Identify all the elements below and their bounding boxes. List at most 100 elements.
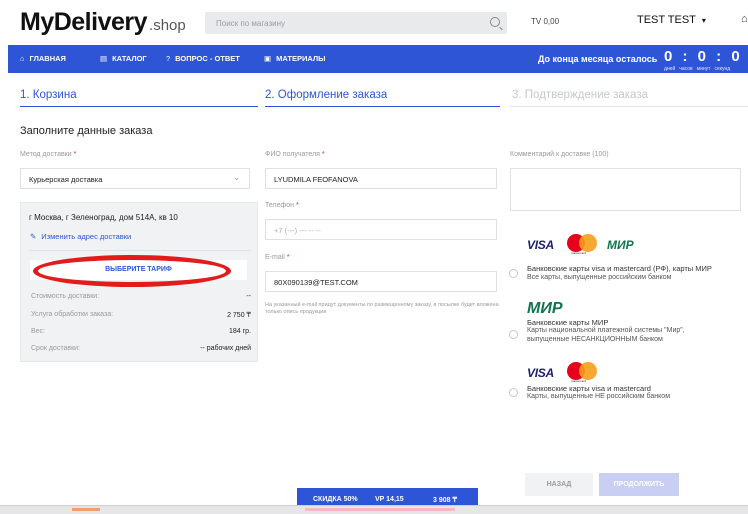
- required-mark: *: [73, 151, 77, 158]
- countdown-unit: минут: [696, 66, 711, 72]
- radio-button[interactable]: [509, 269, 518, 278]
- row-label: Вес:: [31, 328, 46, 335]
- recipient-label: ФИО получателя *: [265, 151, 325, 158]
- logo-suffix: .shop: [149, 17, 186, 34]
- taskbar-item: [305, 508, 455, 511]
- step-confirm: 3. Подтверждение заказа: [512, 89, 648, 101]
- countdown-unit: часов: [679, 66, 693, 72]
- select-value: Курьерская доставка: [29, 175, 103, 184]
- home-icon: ⌂: [20, 54, 25, 63]
- discount-text: СКИДКА 50%: [313, 496, 358, 503]
- comment-textarea[interactable]: [510, 168, 741, 211]
- mir-logo: МИР: [607, 238, 634, 252]
- email-note: На указанный e-mail придут документы по …: [265, 302, 499, 315]
- payment-title: Банковские карты visa и mastercard (РФ),…: [527, 264, 712, 273]
- cart-icon[interactable]: ⌂: [741, 13, 748, 25]
- logo-main: MyDelivery: [20, 8, 148, 36]
- nav-item-catalog[interactable]: ▤ КАТАЛОГ: [100, 54, 147, 63]
- user-name: TEST TEST: [637, 14, 696, 26]
- mastercard-logo: mastercard: [567, 362, 597, 383]
- mastercard-logo: mastercard: [567, 234, 597, 255]
- chevron-down-icon: ▾: [701, 16, 706, 25]
- nav-item-home[interactable]: ⌂ ГЛАВНАЯ: [20, 54, 66, 63]
- step-checkout: 2. Оформление заказа: [265, 89, 388, 101]
- catalog-icon: ▤: [100, 54, 108, 63]
- question-icon: ?: [166, 54, 171, 63]
- user-menu[interactable]: TEST TEST ▾: [637, 14, 706, 26]
- countdown-label: До конца месяца осталось: [538, 54, 658, 64]
- email-field[interactable]: 80X090139@TEST.COM: [265, 271, 497, 292]
- chevron-down-icon: ⌄: [233, 173, 240, 182]
- row-value: 184 гр.: [228, 328, 251, 335]
- balance: TV 0,00: [531, 17, 560, 26]
- label-text: Метод доставки: [20, 151, 72, 158]
- label-text: ФИО получателя: [265, 151, 320, 158]
- nav-label: ГЛАВНАЯ: [29, 54, 66, 63]
- nav-label: ВОПРОС - ОТВЕТ: [175, 54, 240, 63]
- phone-field[interactable]: +7 (---) --- -- --: [265, 219, 497, 240]
- payment-subtitle: Все карты, выпущенные российским банком: [527, 274, 672, 281]
- countdown-digits: 0 : 0 : 0 : 0: [664, 48, 748, 65]
- top-header: MyDelivery.shop TV 0,00 TEST TEST ▾ ⌂: [0, 0, 748, 44]
- row-value: --: [246, 293, 251, 300]
- payment-subtitle: выпущенные НЕСАНКЦИОННЫМ банком: [527, 336, 663, 343]
- materials-icon: ▣: [264, 54, 272, 63]
- nav-label: КАТАЛОГ: [112, 54, 147, 63]
- radio-button[interactable]: [509, 388, 518, 397]
- required-mark: *: [321, 151, 325, 158]
- required-mark: *: [296, 202, 299, 209]
- search-icon[interactable]: [490, 17, 500, 27]
- countdown-units: дней часов минут секунд: [664, 66, 734, 72]
- recipient-name-field[interactable]: LYUDMILA FEOFANOVA: [265, 168, 497, 189]
- row-value: 2 750 ₸: [227, 312, 251, 319]
- site-logo[interactable]: MyDelivery .shop: [20, 8, 186, 37]
- nav-item-faq[interactable]: ? ВОПРОС - ОТВЕТ: [166, 54, 240, 63]
- countdown-unit: секунд: [714, 66, 731, 72]
- nav-label: МАТЕРИАЛЫ: [276, 54, 326, 63]
- label-text: E-mail: [265, 254, 285, 261]
- payment-title: Банковские карты visa и mastercard: [527, 384, 651, 393]
- step-cart-underline: [20, 106, 258, 107]
- payment-subtitle: Карты, выпущенные НЕ российским банком: [527, 393, 671, 400]
- visa-logo: VISA: [527, 366, 554, 380]
- row-value: -- рабочих дней: [200, 345, 251, 352]
- checkout-page: MyDelivery.shop TV 0,00 TEST TEST ▾ ⌂ ⌂ ГЛ…: [0, 0, 748, 514]
- total-text: 3 908 ₸: [433, 497, 457, 504]
- comment-label: Комментарий к доставке (100): [510, 151, 609, 158]
- taskbar-item: [72, 508, 100, 511]
- radio-button[interactable]: [509, 330, 518, 339]
- vp-text: VP 14,15: [375, 496, 404, 503]
- nav-item-materials[interactable]: ▣ МАТЕРИАЛЫ: [264, 54, 325, 63]
- continue-button[interactable]: ПРОДОЛЖИТЬ: [599, 473, 679, 496]
- countdown-timer: 0 : 0 : 0 : 0 днейчасовминутсекунд: [664, 48, 748, 72]
- payment-subtitle: Карты национальной платежной системы "Ми…: [527, 327, 685, 334]
- link-text: Изменить адрес доставки: [41, 232, 132, 241]
- mir-logo: МИР: [527, 300, 563, 317]
- step-confirm-underline: [510, 106, 748, 107]
- pencil-icon: ✎: [30, 232, 37, 241]
- mastercard-caption: mastercard: [571, 251, 587, 255]
- delivery-address-panel: г Москва, г Зеленоград, дом 514А, кв 10 …: [20, 202, 258, 362]
- phone-label: Телефон *: [265, 202, 299, 209]
- step-checkout-underline: [265, 106, 500, 107]
- row-label: Срок доставки:: [31, 345, 80, 352]
- required-mark: *: [286, 254, 290, 261]
- row-label: Стоимость доставки:: [31, 293, 100, 300]
- divider: [29, 250, 251, 251]
- search-input[interactable]: [205, 12, 475, 34]
- search-box: [205, 12, 507, 34]
- delivery-method-label: Метод доставки *: [20, 151, 76, 158]
- step-cart[interactable]: 1. Корзина: [20, 89, 77, 101]
- mastercard-circle: [579, 362, 597, 380]
- countdown-unit: дней: [664, 66, 676, 72]
- row-label: Услуга обработки заказа:: [31, 311, 114, 318]
- delivery-address: г Москва, г Зеленоград, дом 514А, кв 10: [29, 213, 178, 222]
- payment-title: Банковские карты МИР: [527, 318, 609, 327]
- back-button[interactable]: НАЗАД: [525, 473, 593, 496]
- mastercard-circle: [579, 234, 597, 252]
- delivery-method-select[interactable]: Курьерская доставка ⌄: [20, 168, 250, 189]
- visa-logo: VISA: [527, 238, 554, 252]
- label-text: Телефон: [265, 202, 295, 209]
- change-address-link[interactable]: ✎ Изменить адрес доставки: [30, 232, 131, 241]
- form-title: Заполните данные заказа: [20, 125, 153, 137]
